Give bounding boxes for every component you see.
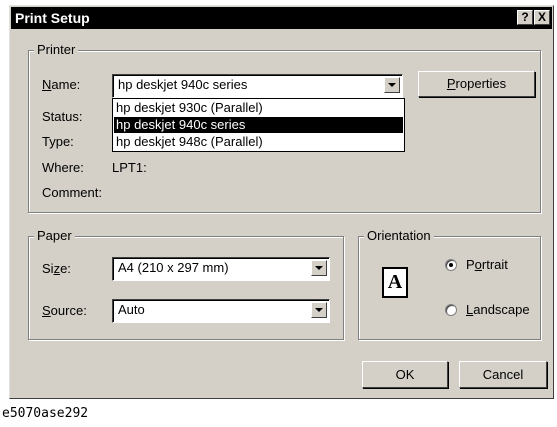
printer-name-value: hp deskjet 940c series <box>118 77 248 92</box>
cancel-button[interactable]: Cancel <box>459 361 547 388</box>
paper-group-label: Paper <box>34 228 75 244</box>
portrait-radio[interactable] <box>445 259 457 271</box>
ok-button[interactable]: OK <box>362 361 448 388</box>
paper-source-combo[interactable]: Auto <box>112 299 330 323</box>
paper-source-value: Auto <box>118 302 145 317</box>
comment-label: Comment: <box>42 185 102 200</box>
printer-name-dropdown-list[interactable]: hp deskjet 930c (Parallel) hp deskjet 94… <box>112 98 405 152</box>
properties-button[interactable]: Properties <box>418 71 535 97</box>
printer-option[interactable]: hp deskjet 948c (Parallel) <box>114 134 403 150</box>
size-label: Size: <box>42 261 71 276</box>
help-button[interactable]: ? <box>517 10 533 25</box>
landscape-label[interactable]: Landscape <box>466 302 530 318</box>
type-label: Type: <box>42 134 74 149</box>
portrait-label[interactable]: Portrait <box>466 257 508 273</box>
source-label: Source: <box>42 303 87 318</box>
chevron-down-icon[interactable] <box>384 77 400 93</box>
printer-group-label: Printer <box>34 42 79 58</box>
orientation-group-label: Orientation <box>364 228 434 244</box>
chevron-down-icon[interactable] <box>311 302 327 318</box>
status-label: Status: <box>42 109 83 124</box>
paper-group: Paper <box>28 228 344 340</box>
landscape-radio[interactable] <box>445 304 457 316</box>
title-bar[interactable]: Print Setup ? X <box>11 7 552 29</box>
printer-name-combo[interactable]: hp deskjet 940c series <box>112 74 403 98</box>
paper-size-combo[interactable]: A4 (210 x 297 mm) <box>112 257 330 281</box>
portrait-page-icon: A <box>382 267 408 298</box>
where-value: LPT1: <box>112 160 147 175</box>
chevron-down-icon[interactable] <box>311 260 327 276</box>
dialog-title: Print Setup <box>15 10 90 26</box>
figure-caption: e5070ase292 <box>2 406 89 421</box>
paper-size-value: A4 (210 x 297 mm) <box>118 260 229 275</box>
printer-option-selected[interactable]: hp deskjet 940c series <box>114 117 403 133</box>
name-label: Name: <box>42 77 81 92</box>
close-button[interactable]: X <box>534 10 550 25</box>
where-label: Where: <box>42 160 84 175</box>
printer-option[interactable]: hp deskjet 930c (Parallel) <box>114 100 403 116</box>
